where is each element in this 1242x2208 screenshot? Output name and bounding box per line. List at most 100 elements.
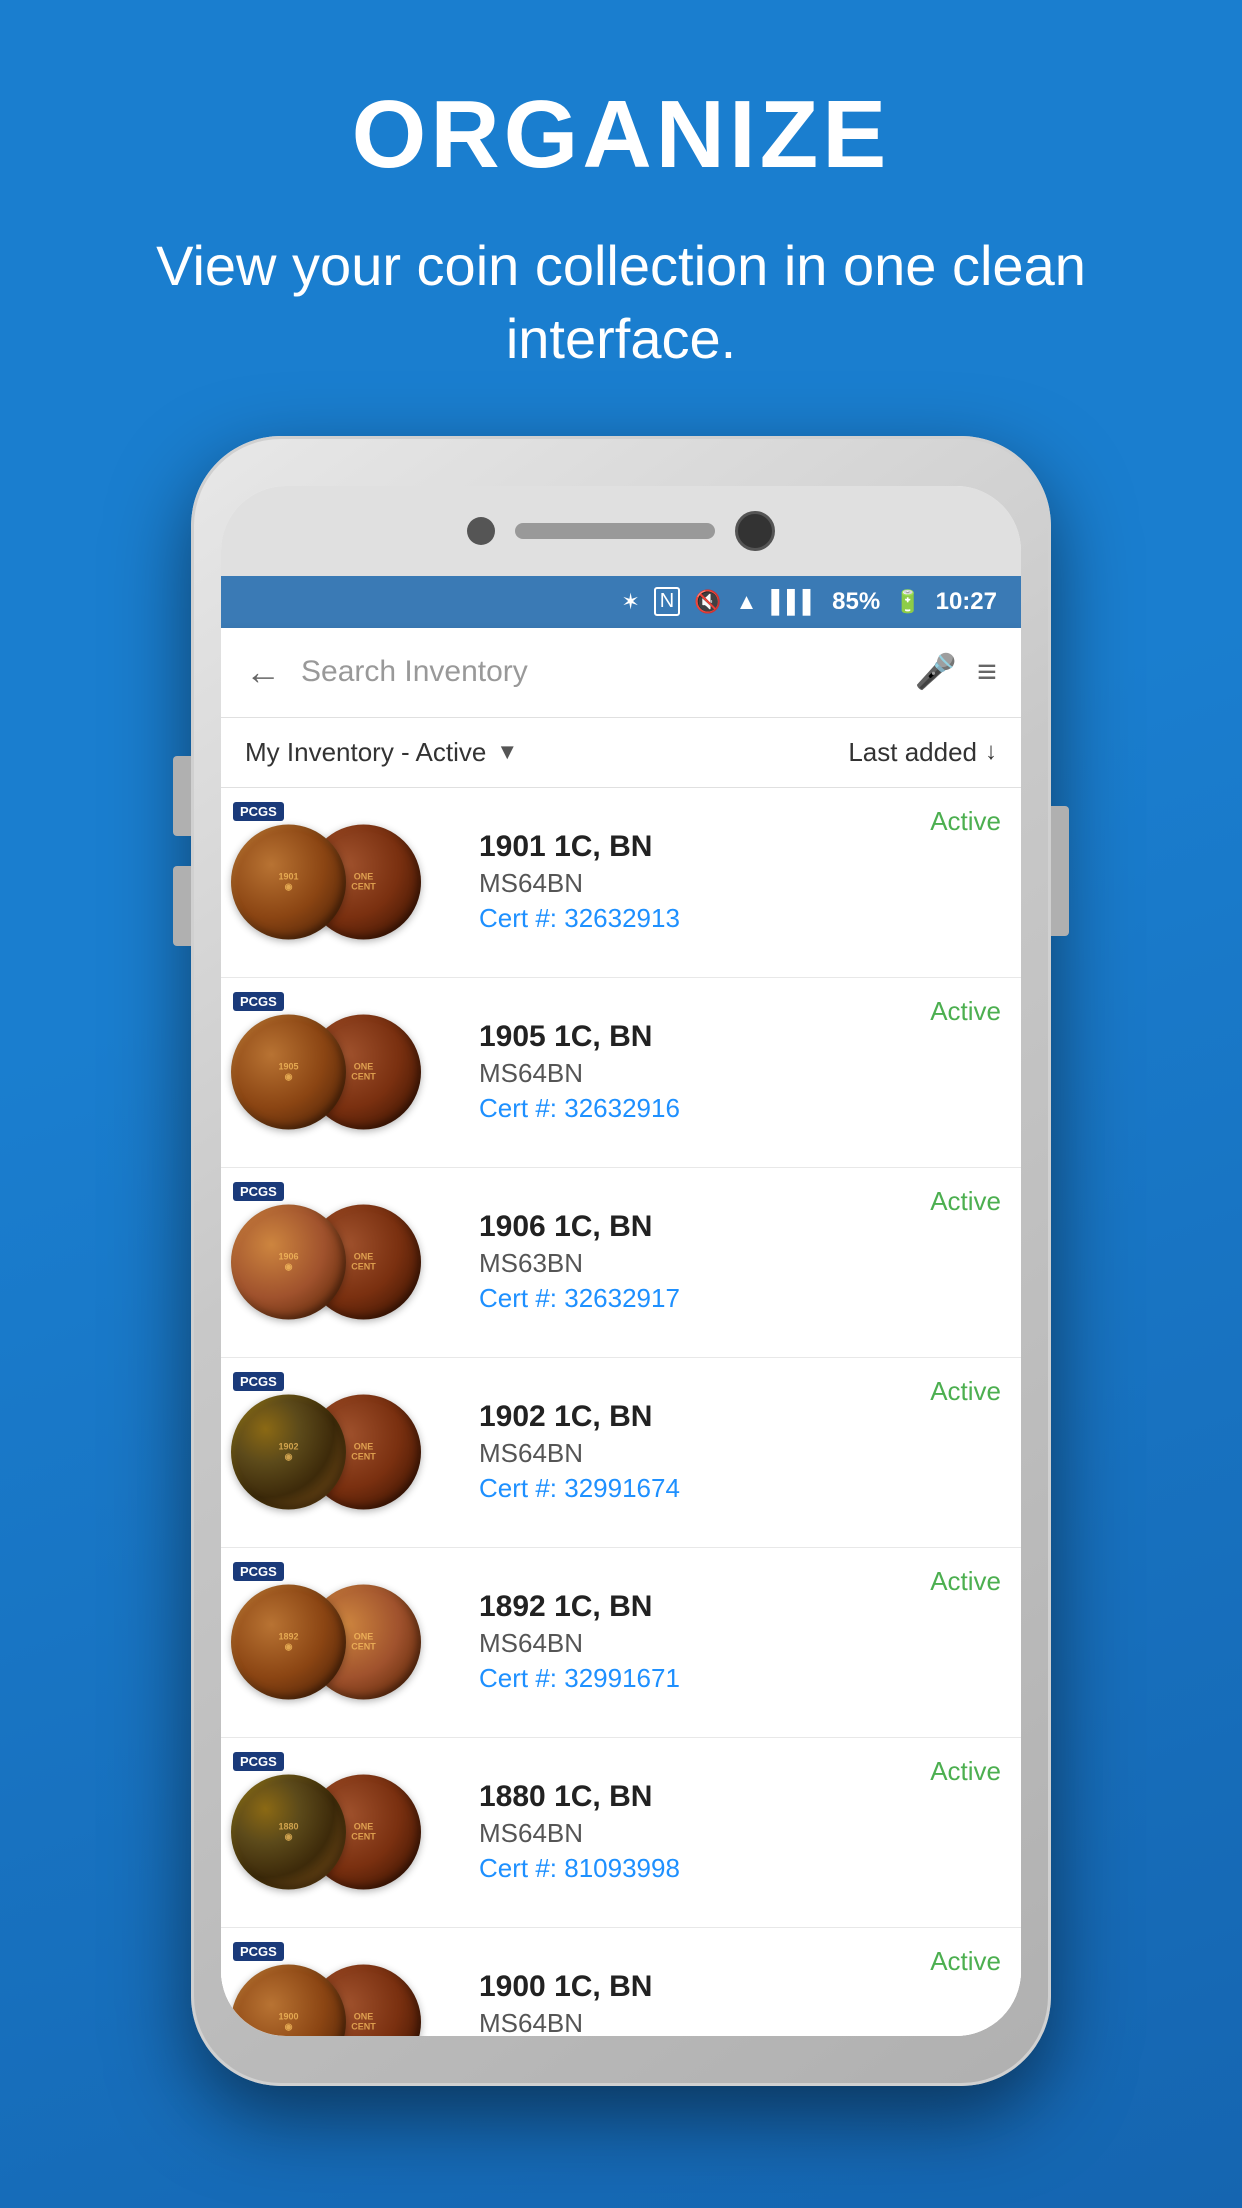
coin-obverse-text: 1906◉	[278, 1252, 298, 1272]
hero-title: ORGANIZE	[352, 80, 891, 190]
mute-icon: 🔇	[694, 589, 721, 615]
signal-icon: ▌▌▌	[771, 589, 818, 615]
coin-obverse-text: 1901◉	[278, 872, 298, 892]
phone-shell: ✶ N 🔇 ▲ ▌▌▌ 85% 🔋 10:27 ← Search Invento…	[191, 436, 1051, 2086]
coin-details: 1880 1C, BN MS64BN Cert #: 81093998	[479, 1780, 930, 1884]
pcgs-badge: PCGS	[233, 1942, 284, 1961]
coin-obverse-text: 1902◉	[278, 1442, 298, 1462]
coin-cert: Cert #: 32991674	[479, 1473, 930, 1504]
status-bar: ✶ N 🔇 ▲ ▌▌▌ 85% 🔋 10:27	[221, 576, 1021, 628]
coin-list-item[interactable]: PCGS 1906◉ ONECENT 1906 1C, BN MS63BN Ce…	[221, 1168, 1021, 1358]
battery-text: 85%	[832, 588, 880, 616]
coin-cert: Cert #: 32991671	[479, 1663, 930, 1694]
coin-grade: MS64BN	[479, 868, 930, 899]
coin-details: 1901 1C, BN MS64BN Cert #: 32632913	[479, 830, 930, 934]
pcgs-badge: PCGS	[233, 1182, 284, 1201]
pcgs-badge: PCGS	[233, 1752, 284, 1771]
coin-reverse-text: ONECENT	[351, 1062, 376, 1082]
coin-details: 1900 1C, BN MS64BN Cert #: ...	[479, 1970, 930, 2036]
hero-subtitle: View your coin collection in one clean i…	[0, 230, 1242, 376]
coin-cert: Cert #: 32632913	[479, 903, 930, 934]
volume-up-button	[173, 756, 191, 836]
battery-icon: 🔋	[894, 589, 921, 615]
coin-grade: MS64BN	[479, 1438, 930, 1469]
dropdown-arrow-icon[interactable]: ▼	[496, 739, 518, 765]
coin-image-pair: PCGS 1892◉ ONECENT	[231, 1560, 461, 1725]
coin-obverse-text: 1892◉	[278, 1632, 298, 1652]
coin-name: 1906 1C, BN	[479, 1210, 930, 1244]
coin-list-item[interactable]: PCGS 1880◉ ONECENT 1880 1C, BN MS64BN Ce…	[221, 1738, 1021, 1928]
coin-reverse-text: ONECENT	[351, 1442, 376, 1462]
coin-obverse: 1892◉	[231, 1585, 346, 1700]
coin-cert: Cert #: 32632916	[479, 1093, 930, 1124]
coin-image-pair: PCGS 1905◉ ONECENT	[231, 990, 461, 1155]
front-camera-area	[467, 511, 775, 551]
coin-reverse-text: ONECENT	[351, 872, 376, 892]
coin-name: 1900 1C, BN	[479, 1970, 930, 2004]
coin-grade: MS64BN	[479, 1628, 930, 1659]
coin-image-pair: PCGS 1900◉ ONECENT	[231, 1940, 461, 2036]
nfc-icon: N	[654, 587, 680, 616]
coin-list-item[interactable]: PCGS 1902◉ ONECENT 1902 1C, BN MS64BN Ce…	[221, 1358, 1021, 1548]
coin-name: 1902 1C, BN	[479, 1400, 930, 1434]
screen-content: ✶ N 🔇 ▲ ▌▌▌ 85% 🔋 10:27 ← Search Invento…	[221, 576, 1021, 2036]
inventory-filter-label: My Inventory - Active	[245, 737, 486, 768]
coin-name: 1901 1C, BN	[479, 830, 930, 864]
coin-reverse-text: ONECENT	[351, 2012, 376, 2032]
coin-status-badge: Active	[930, 1372, 1001, 1407]
front-camera-dot	[467, 517, 495, 545]
coin-list-item[interactable]: PCGS 1892◉ ONECENT 1892 1C, BN MS64BN Ce…	[221, 1548, 1021, 1738]
coin-details: 1902 1C, BN MS64BN Cert #: 32991674	[479, 1400, 930, 1504]
coin-details: 1892 1C, BN MS64BN Cert #: 32991671	[479, 1590, 930, 1694]
coin-list: PCGS 1901◉ ONECENT 1901 1C, BN MS64BN Ce…	[221, 788, 1021, 2036]
mic-icon[interactable]: 🎤	[915, 652, 957, 692]
sort-label[interactable]: Last added ↓	[848, 737, 997, 768]
filter-row[interactable]: My Inventory - Active ▼ Last added ↓	[221, 718, 1021, 788]
coin-status-badge: Active	[930, 1752, 1001, 1787]
coin-grade: MS64BN	[479, 1058, 930, 1089]
coin-obverse-text: 1900◉	[278, 2012, 298, 2032]
coin-cert: Cert #: 81093998	[479, 1853, 930, 1884]
phone-screen: ✶ N 🔇 ▲ ▌▌▌ 85% 🔋 10:27 ← Search Invento…	[221, 486, 1021, 2036]
coin-details: 1906 1C, BN MS63BN Cert #: 32632917	[479, 1210, 930, 1314]
pcgs-badge: PCGS	[233, 992, 284, 1011]
volume-down-button	[173, 866, 191, 946]
coin-status-badge: Active	[930, 1562, 1001, 1597]
coin-details: 1905 1C, BN MS64BN Cert #: 32632916	[479, 1020, 930, 1124]
pcgs-badge: PCGS	[233, 802, 284, 821]
coin-grade: MS64BN	[479, 1818, 930, 1849]
selfie-camera	[735, 511, 775, 551]
coin-image-pair: PCGS 1901◉ ONECENT	[231, 800, 461, 965]
coin-obverse: 1901◉	[231, 825, 346, 940]
coin-obverse-text: 1880◉	[278, 1822, 298, 1842]
wifi-icon: ▲	[736, 589, 758, 615]
search-input[interactable]: Search Inventory	[301, 655, 895, 689]
coin-grade: MS64BN	[479, 2008, 930, 2036]
time-display: 10:27	[936, 588, 997, 616]
sort-text: Last added	[848, 737, 977, 768]
back-button[interactable]: ←	[245, 651, 281, 693]
coin-name: 1880 1C, BN	[479, 1780, 930, 1814]
coin-list-item[interactable]: PCGS 1901◉ ONECENT 1901 1C, BN MS64BN Ce…	[221, 788, 1021, 978]
phone-notch	[221, 486, 1021, 576]
coin-reverse-text: ONECENT	[351, 1822, 376, 1842]
coin-reverse-text: ONECENT	[351, 1252, 376, 1272]
coin-status-badge: Active	[930, 1942, 1001, 1977]
search-bar[interactable]: ← Search Inventory 🎤 ≡	[221, 628, 1021, 718]
phone-mockup: ✶ N 🔇 ▲ ▌▌▌ 85% 🔋 10:27 ← Search Invento…	[191, 436, 1051, 2086]
bluetooth-icon: ✶	[621, 589, 639, 615]
coin-list-item[interactable]: PCGS 1900◉ ONECENT 1900 1C, BN MS64BN Ce…	[221, 1928, 1021, 2036]
filter-icon[interactable]: ≡	[977, 653, 997, 692]
coin-image-pair: PCGS 1880◉ ONECENT	[231, 1750, 461, 1915]
pcgs-badge: PCGS	[233, 1372, 284, 1391]
coin-list-item[interactable]: PCGS 1905◉ ONECENT 1905 1C, BN MS64BN Ce…	[221, 978, 1021, 1168]
coin-reverse-text: ONECENT	[351, 1632, 376, 1652]
coin-obverse: 1906◉	[231, 1205, 346, 1320]
power-button	[1051, 806, 1069, 936]
pcgs-badge: PCGS	[233, 1562, 284, 1581]
coin-name: 1905 1C, BN	[479, 1020, 930, 1054]
sort-arrow-icon: ↓	[985, 738, 997, 766]
coin-grade: MS63BN	[479, 1248, 930, 1279]
coin-status-badge: Active	[930, 992, 1001, 1027]
coin-image-pair: PCGS 1906◉ ONECENT	[231, 1180, 461, 1345]
